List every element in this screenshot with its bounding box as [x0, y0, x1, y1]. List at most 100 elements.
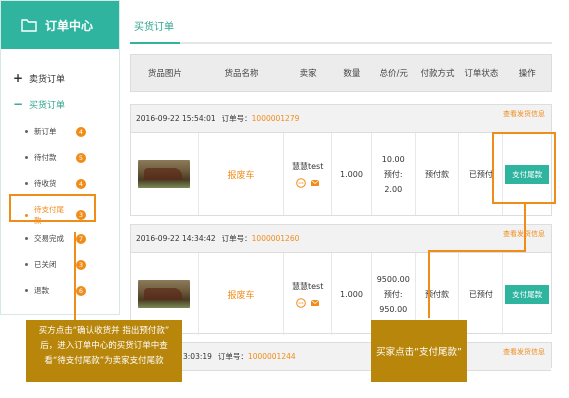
sidebar-item-label: 已关闭 [34, 260, 57, 269]
prepay-label: 预付: [383, 289, 403, 299]
order-card: 2016-09-22 15:54:01 订单号： 1000001279 查看发货… [130, 104, 552, 216]
sidebar-item-pending-payment[interactable]: 待付款 5 [25, 152, 86, 163]
sidebar-group-label: 买货订单 [29, 100, 66, 111]
goods-image[interactable] [138, 160, 191, 188]
prepay-amount: 950.00 [379, 304, 408, 314]
sidebar-item-pending-receipt[interactable]: 待收货 4 [25, 178, 86, 189]
quantity: 1.000 [340, 289, 363, 299]
sidebar-item-label: 新订单 [34, 127, 57, 136]
mail-icon[interactable] [310, 178, 320, 188]
bullet-icon [25, 182, 28, 185]
table-header: 货品图片 货品名称 卖家 数量 总价/元 付款方式 订单状态 操作 [130, 54, 552, 92]
seller-cell: 慧慧test [284, 253, 333, 335]
column-header: 货品名称 [224, 69, 259, 79]
count-badge: 5 [76, 152, 86, 163]
order-header: 3:03:19 订单号： 1000001244 查看发货信息 [131, 343, 551, 371]
order-time: 2016-09-22 14:34:42 [136, 234, 216, 243]
order-center-sidebar: 订单中心 + 卖货订单 − 买货订单 新订单 4 待付款 5 待收货 4 待支付… [0, 0, 120, 315]
pay-balance-note: 买家点击“支付尾款” [371, 320, 467, 382]
tab-divider [130, 42, 552, 44]
order-card: 2016-09-22 14:34:42 订单号： 1000001260 查看发货… [130, 224, 552, 335]
bullet-icon [25, 289, 28, 292]
minus-icon: − [13, 97, 24, 111]
column-header: 操作 [518, 69, 536, 79]
order-no[interactable]: 1000001244 [248, 352, 296, 361]
count-badge: 4 [76, 126, 86, 137]
callout-connector [74, 232, 76, 322]
sidebar-item-refund[interactable]: 退款 6 [25, 285, 86, 296]
order-card: 3:03:19 订单号： 1000001244 查看发货信息 [130, 342, 552, 371]
sidebar-item-new-orders[interactable]: 新订单 4 [25, 126, 86, 137]
folder-icon [21, 18, 37, 32]
view-shipping-link[interactable]: 查看发货信息 [503, 109, 545, 119]
total-amount: 10.00 [381, 154, 405, 164]
order-time: 3:03:19 [183, 352, 212, 361]
seller-cell: 慧慧test [284, 133, 333, 215]
pay-method-cell: 预付款 [416, 133, 460, 215]
order-no-label: 订单号： [217, 352, 248, 361]
count-badge: 4 [76, 178, 86, 189]
action-cell: 支付尾款 [503, 253, 551, 335]
sidebar-group-buy-orders[interactable]: − 买货订单 [13, 97, 65, 111]
goods-name-link[interactable]: 报废车 [227, 168, 254, 181]
sidebar-item-closed[interactable]: 已关闭 3 [25, 259, 86, 270]
order-header: 2016-09-22 14:34:42 订单号： 1000001260 查看发货… [131, 225, 551, 253]
sidebar-title: 订单中心 [45, 18, 94, 33]
order-row: 报废车 慧慧test 1.000 10.00 预付: 2.00 预付款 已预付 … [131, 133, 551, 215]
callout-connector [524, 204, 526, 250]
count-badge: 3 [76, 259, 86, 270]
note-line: 买家点击“支付尾款” [376, 347, 462, 358]
order-time: 2016-09-22 15:54:01 [136, 114, 216, 123]
total-amount: 9500.00 [376, 274, 410, 284]
total-cell: 10.00 预付: 2.00 [372, 133, 416, 215]
column-header: 总价/元 [379, 69, 408, 79]
goods-name-cell: 报废车 [199, 253, 285, 335]
note-line: 买方点击“确认收货并 指出预付款” [38, 326, 170, 336]
count-badge: 7 [76, 233, 86, 244]
highlight-pay-button [492, 132, 556, 204]
sidebar-item-label: 待付款 [34, 153, 57, 162]
view-shipping-link[interactable]: 查看发货信息 [503, 347, 545, 357]
order-status: 已预付 [468, 289, 493, 299]
sidebar-item-label: 待收货 [34, 179, 57, 188]
tab-buy-orders[interactable]: 买货订单 [134, 18, 174, 33]
column-header: 数量 [343, 69, 361, 79]
pay-method: 预付款 [425, 169, 450, 179]
sidebar-item-completed[interactable]: 交易完成 7 [25, 233, 86, 244]
callout-connector [428, 250, 526, 252]
buyer-instruction-note: 买方点击“确认收货并 指出预付款” 后，进入订单中心的买货订单中查 看“待支付尾… [26, 320, 182, 382]
bullet-icon [25, 263, 28, 266]
plus-icon: + [13, 71, 24, 85]
bullet-icon [25, 156, 28, 159]
order-no-label: 订单号： [221, 234, 252, 243]
sidebar-group-sell-orders[interactable]: + 卖货订单 [13, 71, 65, 85]
highlight-pending-balance [9, 194, 96, 222]
note-line: 后，进入订单中心的买货订单中查 [40, 341, 168, 351]
order-no[interactable]: 1000001279 [252, 114, 300, 123]
sidebar-item-label: 交易完成 [34, 234, 64, 243]
order-status: 已预付 [468, 169, 493, 179]
prepay-amount: 2.00 [384, 184, 403, 194]
chat-icon[interactable] [295, 297, 306, 308]
sidebar-header: 订单中心 [1, 1, 119, 49]
column-header: 订单状态 [464, 69, 499, 79]
order-row: 报废车 慧慧test 1.000 9500.00 预付: 950.00 预付款 … [131, 253, 551, 335]
mail-icon[interactable] [310, 298, 320, 308]
column-header: 卖家 [299, 69, 317, 79]
order-no-label: 订单号： [221, 114, 252, 123]
goods-name-link[interactable]: 报废车 [227, 288, 254, 301]
callout-connector [428, 250, 430, 318]
chat-icon[interactable] [295, 177, 306, 188]
column-header: 货品图片 [147, 69, 182, 79]
goods-image-cell [131, 133, 199, 215]
pay-balance-button[interactable]: 支付尾款 [505, 284, 550, 304]
goods-name-cell: 报废车 [199, 133, 285, 215]
quantity-cell: 1.000 [332, 253, 372, 335]
seller-name: 慧慧test [291, 161, 324, 171]
order-no[interactable]: 1000001260 [252, 234, 300, 243]
order-header: 2016-09-22 15:54:01 订单号： 1000001279 查看发货… [131, 105, 551, 133]
seller-name: 慧慧test [291, 281, 324, 291]
note-line: 看“待支付尾款”为卖家支付尾款 [44, 356, 164, 366]
sidebar-item-label: 退款 [34, 286, 49, 295]
goods-image[interactable] [138, 280, 191, 308]
